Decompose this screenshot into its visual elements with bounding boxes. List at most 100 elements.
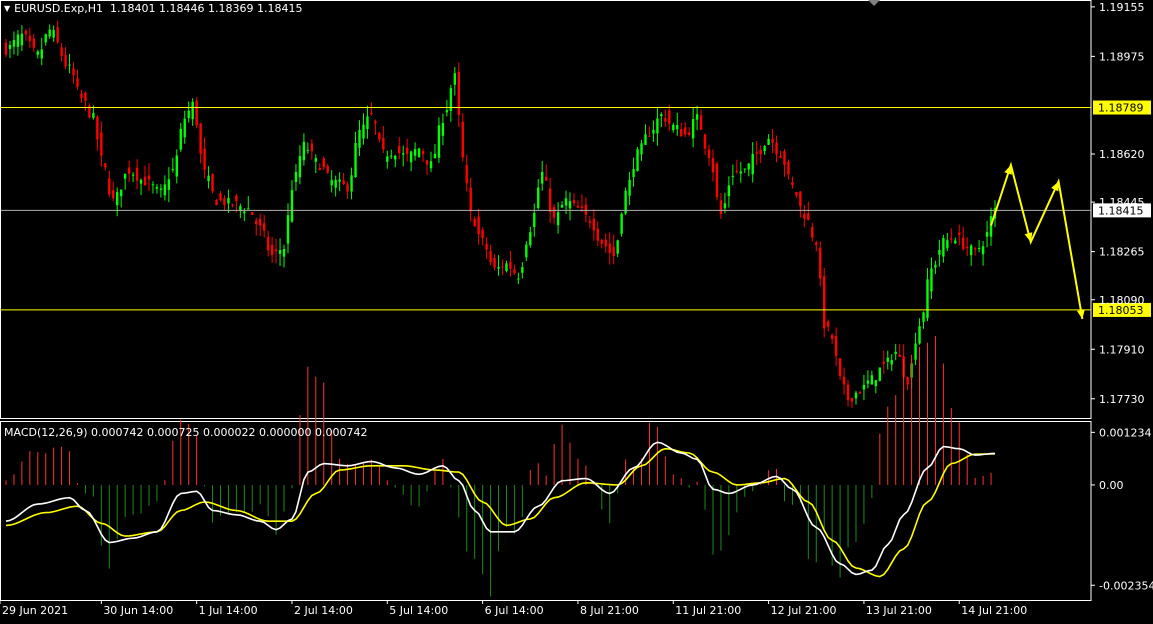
candle-body xyxy=(866,380,870,384)
time-tick-label: 8 Jul 21:00 xyxy=(580,604,639,617)
candle-body xyxy=(620,213,623,234)
candle-body xyxy=(898,354,901,357)
candle-body xyxy=(64,54,67,67)
candle-body xyxy=(24,30,28,35)
candle-body xyxy=(775,142,778,155)
candle-body xyxy=(52,30,55,38)
candle-body xyxy=(703,134,707,149)
candle-body xyxy=(727,185,731,196)
candle-body xyxy=(576,205,580,208)
candle-body xyxy=(628,179,631,196)
candle-body xyxy=(664,118,667,122)
candle-body xyxy=(370,113,373,115)
candle-body xyxy=(616,240,619,254)
price-tick-label: 1.18975 xyxy=(1099,50,1145,63)
candle-body xyxy=(322,158,325,168)
candle-body xyxy=(477,216,480,235)
candle-body xyxy=(838,358,842,376)
candle-body xyxy=(735,170,739,172)
candle-body xyxy=(870,375,874,385)
candle-body xyxy=(823,276,826,329)
candle-body xyxy=(139,179,143,184)
candle-body xyxy=(560,204,564,208)
candle-body xyxy=(640,143,643,155)
candle-body xyxy=(318,168,321,171)
chart-canvas[interactable]: 1.187891.184151.180531.191551.189751.186… xyxy=(0,0,1153,620)
candle-body xyxy=(564,198,568,206)
candle-body xyxy=(588,221,592,224)
candle-body xyxy=(783,151,786,165)
candle-body xyxy=(592,218,596,231)
candle-body xyxy=(544,176,548,181)
candle-body xyxy=(985,232,989,237)
candle-body xyxy=(334,179,337,188)
candle-body xyxy=(36,51,39,55)
candle-body xyxy=(537,187,540,208)
candle-body xyxy=(270,244,274,256)
candle-body xyxy=(167,179,171,190)
candle-body xyxy=(187,110,190,119)
candle-body xyxy=(16,34,20,47)
candle-body xyxy=(799,191,802,207)
candle-body xyxy=(731,175,735,177)
candle-body xyxy=(926,279,929,319)
candle-body xyxy=(282,248,286,257)
candle-body xyxy=(739,171,742,174)
candle-body xyxy=(413,149,417,156)
candle-body xyxy=(207,175,210,182)
candle-body xyxy=(743,168,746,170)
time-tick-label: 1 Jul 14:00 xyxy=(199,604,258,617)
candle-body xyxy=(612,246,615,257)
candle-body xyxy=(894,351,897,355)
chart-window[interactable]: 1.18789 1.18415 1.18053 1.19155 1.18975 1.186… xyxy=(0,0,1153,620)
candle-body xyxy=(473,218,476,227)
candle-body xyxy=(854,392,858,399)
candle-body xyxy=(672,124,675,131)
candle-body xyxy=(652,129,655,134)
candle-body xyxy=(143,176,147,186)
candle-body xyxy=(493,257,496,268)
price-tick-label: 1.17910 xyxy=(1099,343,1145,356)
candle-body xyxy=(719,200,723,215)
candle-body xyxy=(28,35,32,42)
candle-body xyxy=(763,146,766,152)
candle-body xyxy=(525,244,528,258)
candle-body xyxy=(163,184,167,196)
candle-body xyxy=(834,335,838,356)
candle-body xyxy=(922,312,925,322)
candle-body xyxy=(290,190,294,222)
candle-body xyxy=(680,128,683,137)
time-tick-label: 2 Jul 14:00 xyxy=(294,604,353,617)
candle-body xyxy=(453,73,457,85)
candle-body xyxy=(958,232,961,236)
candle-body xyxy=(676,125,679,130)
candles-group xyxy=(4,20,997,408)
candle-body xyxy=(918,326,921,344)
candle-body xyxy=(262,223,266,231)
candle-body xyxy=(112,190,115,199)
candle-body xyxy=(362,124,365,139)
candle-body xyxy=(151,184,155,186)
candle-body xyxy=(878,367,882,381)
candle-body xyxy=(759,149,762,155)
candle-body xyxy=(795,192,798,196)
candle-body xyxy=(481,229,484,239)
candle-body xyxy=(572,199,576,204)
candle-body xyxy=(358,130,361,148)
candle-body xyxy=(378,132,381,140)
candle-body xyxy=(501,266,504,268)
candle-body xyxy=(747,163,750,170)
candle-body xyxy=(401,153,405,155)
candle-body xyxy=(119,189,123,197)
candle-body xyxy=(850,397,854,402)
candle-body xyxy=(950,238,953,240)
candle-body xyxy=(135,167,139,181)
candle-body xyxy=(386,156,389,162)
candle-body xyxy=(660,114,663,117)
price-tick-label: 1.19155 xyxy=(1099,1,1145,14)
macd-histogram xyxy=(5,336,992,597)
candle-body xyxy=(294,172,298,183)
candle-body xyxy=(235,195,238,202)
candle-body xyxy=(60,47,63,57)
candle-body xyxy=(886,357,889,362)
